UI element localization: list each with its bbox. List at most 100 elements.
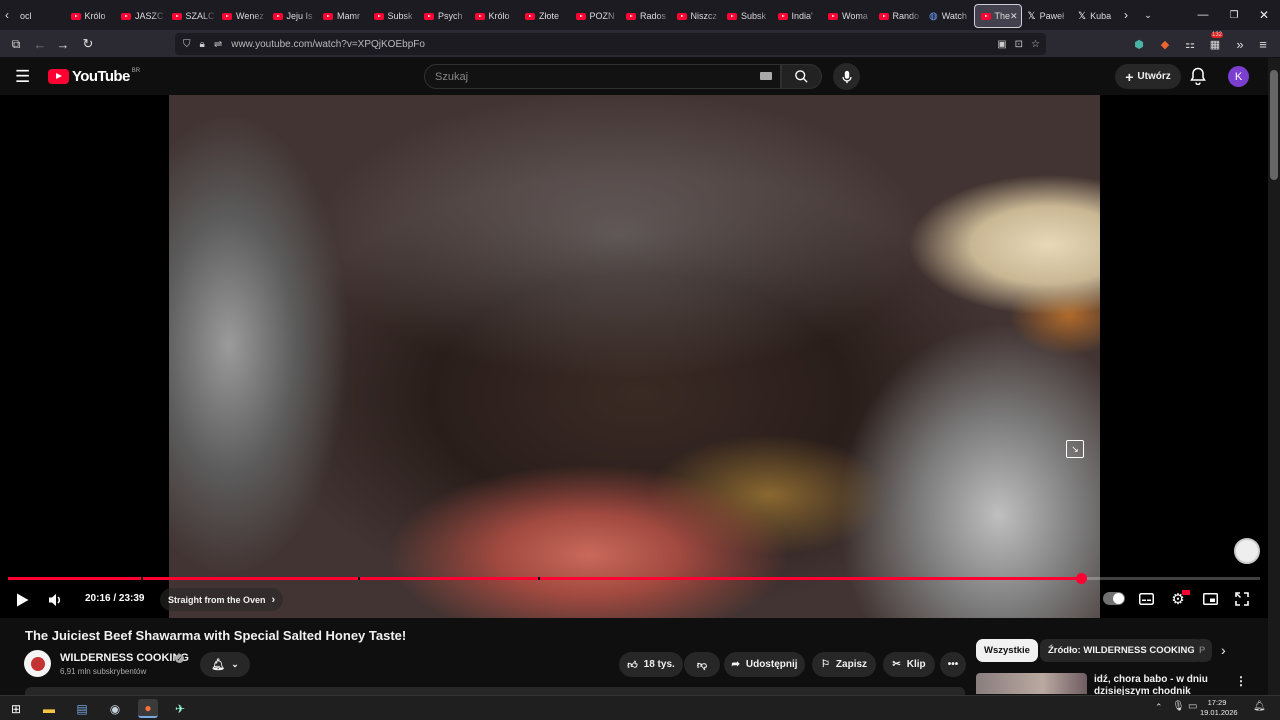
settings-button[interactable]: ⚙ [1169,590,1190,608]
lock-icon[interactable]: 🔒︎ [200,39,205,50]
autoplay-toggle[interactable] [1103,592,1125,605]
description-box[interactable] [25,687,965,695]
extension-counter-icon[interactable]: ▦ 132 [1205,32,1225,54]
browser-tab[interactable]: ocl [14,4,65,28]
dislike-button[interactable]: 👎︎ [684,652,720,677]
browser-tab[interactable]: ◍ Watch [923,4,974,28]
account-avatar[interactable]: K [1228,66,1249,87]
address-bar[interactable]: ⛉ 🔒︎ ⇌ www.youtube.com/watch?v=XPQjKOEbp… [175,33,1046,55]
browser-tab[interactable]: Królo [469,4,519,28]
browser-tab[interactable]: Królo [65,4,115,28]
progress-bar[interactable] [8,573,1260,584]
url-text[interactable]: www.youtube.com/watch?v=XPQjKOEbpFo [231,39,425,50]
extension-vpn-icon[interactable]: ⬢ [1129,34,1149,54]
steam-icon[interactable]: ◉ [105,699,125,718]
hamburger-menu-icon[interactable]: ≡ [1253,34,1273,54]
minimize-icon[interactable]: — [1187,0,1219,30]
scrollbar-thumb[interactable] [1270,70,1278,180]
browser-tab[interactable]: Złote [519,4,570,28]
browser-tab[interactable]: Rados [620,4,671,28]
browser-tab[interactable]: India' [772,4,822,28]
share-button[interactable]: ➦ Udostępnij [724,652,805,677]
browser-tab[interactable]: Wenez [216,4,267,28]
recommendation-thumbnail[interactable] [976,673,1087,694]
channel-avatar[interactable] [24,650,51,677]
picture-in-picture-icon[interactable]: ⊡ [1015,39,1023,50]
browser-tab[interactable]: Psych [418,4,469,28]
permissions-icon[interactable]: ⇌ [214,39,222,50]
search-button[interactable] [781,64,822,89]
subtitles-button[interactable] [1137,591,1155,607]
tab-scroll-left-icon[interactable]: ‹ [0,5,14,25]
close-window-icon[interactable]: ✕ [1248,0,1280,30]
app-icon[interactable]: ✈ [170,699,190,718]
browser-tab[interactable]: Subsk [721,4,772,28]
bookmark-star-icon[interactable]: ☆ [1031,39,1040,50]
keyboard-icon[interactable] [760,72,772,80]
more-actions-button[interactable]: ••• [940,652,966,677]
clip-button[interactable]: ✂ Klip [883,652,935,677]
reader-mode-icon[interactable]: ▣ [997,39,1006,50]
browser-tab[interactable]: JASZC [115,4,166,28]
miniplayer-expand-icon[interactable]: ↘ [1066,440,1084,458]
system-clock[interactable]: 17:29 19.01.2026 [1200,698,1238,718]
extension-fox-icon[interactable]: ◆ [1155,34,1175,54]
video-player[interactable]: ↘ 20:16 / 23:39 Straight from the Oven ›… [0,95,1268,618]
create-button[interactable]: + Utwórz [1115,64,1181,89]
fullscreen-button[interactable] [1233,591,1251,607]
firefox-icon[interactable]: ● [138,699,158,718]
save-button[interactable]: ⚐ Zapisz [812,652,876,677]
recommendation-title[interactable]: idź, chora babo - w dniu dzisiejszym cho… [1094,674,1234,696]
tray-chevron-icon[interactable]: ⌃ [1155,702,1163,713]
browser-tab[interactable]: SZALC [166,4,216,28]
browser-tab[interactable]: Subsk [368,4,418,28]
notifications-bell-icon[interactable] [1190,67,1206,90]
notifications-icon[interactable]: 🔔︎ [1253,701,1266,712]
play-button[interactable] [13,591,31,609]
browser-tab[interactable]: Mamr [317,4,368,28]
progress-scrubber[interactable] [1075,573,1087,584]
search-input[interactable]: Szukaj [424,64,781,89]
channel-name[interactable]: WILDERNESS COOKING [60,652,189,664]
chip-all[interactable]: Wszystkie [976,639,1038,662]
youtube-logo[interactable]: YouTube BR [48,68,140,85]
chapter-button[interactable]: Straight from the Oven › [160,588,284,611]
browser-tab[interactable]: The ✕ [973,4,1022,28]
youtube-icon [626,12,636,20]
guide-menu-icon[interactable]: ☰ [15,67,30,87]
restore-icon[interactable]: ❐ [1218,0,1250,30]
page-scrollbar[interactable] [1268,58,1280,695]
extensions-puzzle-icon[interactable]: ⚏ [1180,34,1200,54]
youtube-icon [222,12,232,20]
browser-tab[interactable]: Rando [873,4,923,28]
microphone-tray-icon[interactable]: 🎙︎ [1172,701,1185,712]
volume-button[interactable] [46,591,64,609]
miniplayer-button[interactable] [1201,591,1219,607]
windows-start-icon[interactable]: ⊞ [6,699,26,718]
channel-watermark[interactable] [1234,538,1260,564]
voice-search-button[interactable] [833,63,860,90]
reload-icon[interactable]: ↻ [78,34,98,54]
browser-tab[interactable]: Jeju Is [267,4,317,28]
like-button[interactable]: 👍︎ 18 tys. [619,652,683,677]
shield-icon[interactable]: ⛉ [183,39,191,50]
browser-tab[interactable]: Woma [822,4,873,28]
browser-tab[interactable]: Niszcz [671,4,721,28]
browser-tab[interactable]: 𝕏 Paweł [1022,4,1072,28]
chips-next-chevron-icon[interactable]: › [1221,642,1226,658]
subscription-bell-button[interactable]: 🔔︎ ⌄ [200,652,250,677]
tab-list-chevron-icon[interactable]: ⌄ [1132,0,1164,30]
close-tab-icon[interactable]: ✕ [1010,11,1018,22]
chip-source-channel[interactable]: Źródło: WILDERNESS COOKING [1040,639,1203,662]
network-icon[interactable]: ▭ [1188,701,1197,712]
file-explorer-icon[interactable]: ▬ [39,699,59,718]
back-icon[interactable]: ← [30,34,50,54]
computer-icon[interactable]: ▤ [72,699,92,718]
tab-overview-icon[interactable]: ⧉ [6,34,26,54]
forward-icon[interactable]: → [53,34,73,54]
browser-tab[interactable]: POZN [570,4,620,28]
video-frame[interactable] [169,95,1100,618]
recommendation-menu-icon[interactable]: ⋮ [1235,674,1247,688]
overflow-menu-icon[interactable]: » [1230,34,1250,54]
chip-more[interactable]: P [1194,639,1212,662]
